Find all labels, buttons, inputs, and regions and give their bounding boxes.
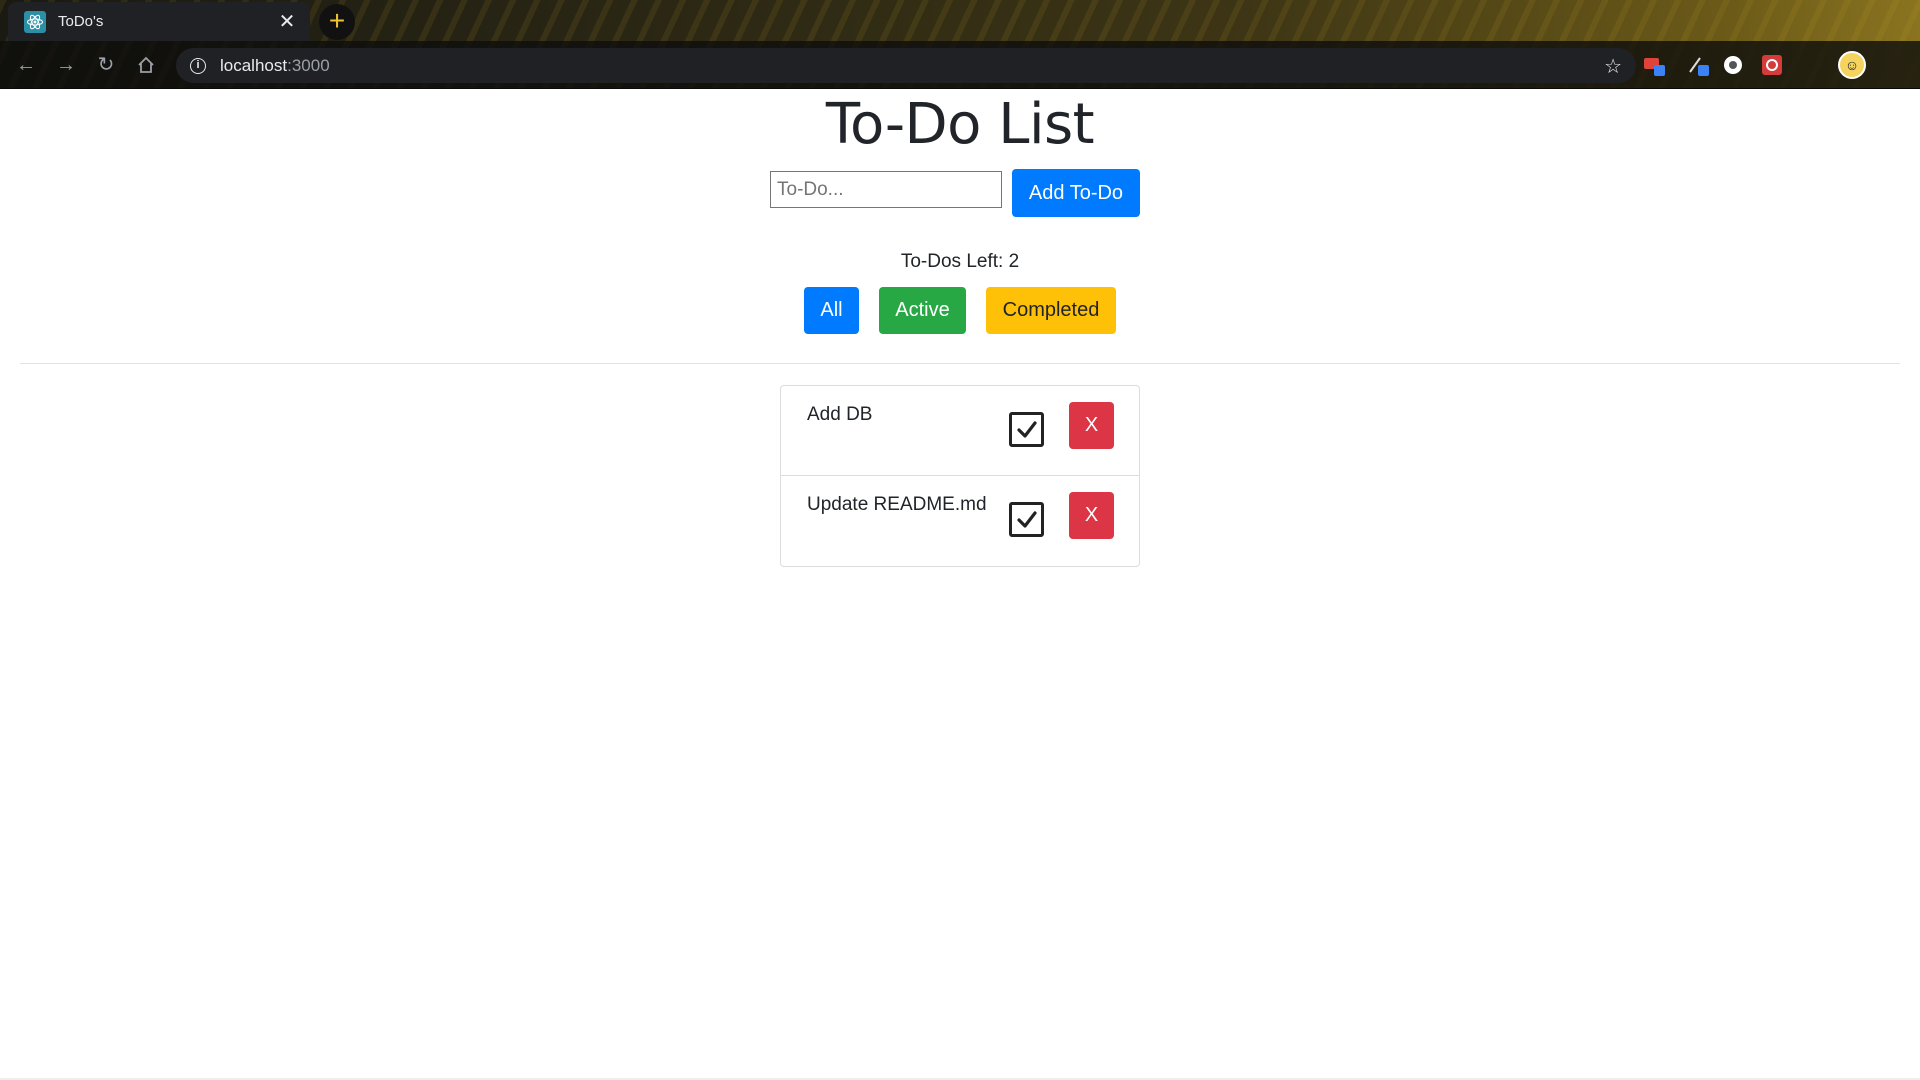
app-page: To-Do List Add To-Do To-Dos Left: 2 All … [0,89,1920,1080]
todo-checkbox[interactable] [1009,502,1044,537]
page-title: To-Do List [825,92,1095,157]
todo-text: Update README.md [807,494,987,515]
checkmark-icon [1017,511,1037,528]
todos-left-counter: To-Dos Left: 2 [900,251,1020,272]
todo-input[interactable] [770,171,1002,208]
extension-icon-3[interactable] [1722,54,1744,76]
delete-todo-button[interactable]: X [1069,492,1114,539]
todo-checkbox[interactable] [1009,412,1044,447]
profile-avatar[interactable]: ☺ [1838,51,1866,79]
tab-title: ToDo's [58,13,104,30]
extension-icon-4[interactable] [1761,54,1783,76]
url-host: localhost [220,55,288,75]
address-bar[interactable]: i localhost :3000 ☆ [176,48,1636,83]
add-todo-button[interactable]: Add To-Do [1012,169,1140,217]
delete-todo-button[interactable]: X [1069,402,1114,449]
divider [20,363,1900,364]
browser-chrome: ToDo's ✕ + ← → ↻ i localhost :3000 ☆ ☺ [0,0,1920,89]
tab-strip: ToDo's ✕ + [0,0,1920,41]
tab-close-icon[interactable]: ✕ [276,9,298,34]
filter-completed-button[interactable]: Completed [986,287,1116,334]
filter-all-button[interactable]: All [804,287,859,334]
filter-active-button[interactable]: Active [879,287,966,334]
reload-icon[interactable]: ↻ [92,51,120,79]
todo-item: Update README.md X [781,476,1139,566]
url-port: :3000 [287,55,330,75]
back-icon[interactable]: ← [12,51,40,79]
new-tab-button[interactable]: + [319,4,355,40]
browser-toolbar: ← → ↻ i localhost :3000 ☆ ☺ [0,41,1920,89]
forward-icon[interactable]: → [52,51,80,79]
react-icon [24,10,46,33]
todo-text: Add DB [807,404,873,425]
bookmark-star-icon[interactable]: ☆ [1604,54,1622,79]
home-icon[interactable] [132,51,160,79]
extension-icon-2[interactable] [1686,54,1709,76]
browser-tab[interactable]: ToDo's ✕ [8,2,310,41]
todo-item: Add DB X [781,386,1139,476]
checkmark-icon [1017,421,1037,438]
info-icon[interactable]: i [190,57,206,74]
extension-icon-1[interactable] [1643,54,1665,76]
todo-list: Add DB X Update README.md X [780,385,1140,567]
